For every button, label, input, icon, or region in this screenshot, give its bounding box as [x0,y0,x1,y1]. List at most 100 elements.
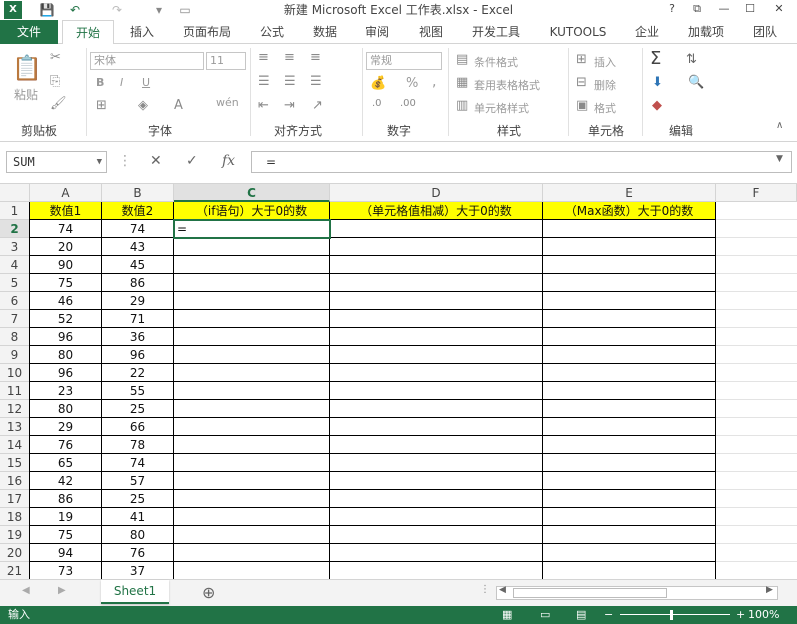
cell-e[interactable] [543,364,716,382]
align-left-icon[interactable]: ☰ [258,74,270,89]
cell-a[interactable]: 65 [30,454,102,472]
bold-button[interactable]: B [96,76,104,89]
cell-styles-icon[interactable]: ▥ [456,98,468,113]
align-bottom-icon[interactable]: ≡ [310,50,321,65]
scrollbar-thumb[interactable] [513,588,667,598]
cell-d[interactable] [330,544,543,562]
cell-c[interactable] [174,400,330,418]
cell-c[interactable] [174,238,330,256]
cell-b[interactable]: 74 [102,220,174,238]
cell-c[interactable] [174,508,330,526]
cell-b[interactable]: 43 [102,238,174,256]
conditional-format-icon[interactable]: ▤ [456,52,468,67]
row-header[interactable]: 8 [0,328,30,346]
row-header[interactable]: 12 [0,400,30,418]
cell-d[interactable] [330,418,543,436]
cell-a[interactable]: 52 [30,310,102,328]
cell-d[interactable] [330,526,543,544]
cell-d[interactable] [330,400,543,418]
row-header[interactable]: 9 [0,346,30,364]
conditional-format-button[interactable]: 条件格式 [474,54,518,70]
format-cells-icon[interactable]: ▣ [576,98,588,113]
cell-e[interactable] [543,490,716,508]
cancel-entry-button[interactable]: ✕ [150,153,162,169]
row-header[interactable]: 14 [0,436,30,454]
cell-d[interactable] [330,454,543,472]
cell-c[interactable] [174,346,330,364]
cell-a[interactable]: 74 [30,220,102,238]
cell-styles-button[interactable]: 单元格样式 [474,100,529,116]
row-header[interactable]: 21 [0,562,30,579]
next-sheet-icon[interactable]: ▶ [58,585,66,596]
cell-c[interactable] [174,544,330,562]
cell-b[interactable]: 41 [102,508,174,526]
scroll-left-icon[interactable]: ◀ [499,585,506,595]
cell-d[interactable] [330,256,543,274]
cell-d[interactable] [330,274,543,292]
row-header[interactable]: 6 [0,292,30,310]
cell-a[interactable]: 76 [30,436,102,454]
increase-indent-icon[interactable]: ⇥ [284,98,295,113]
row-header[interactable]: 10 [0,364,30,382]
column-header-b[interactable]: B [102,184,174,202]
tab-view[interactable]: 视图 [410,20,452,44]
cell-d[interactable] [330,328,543,346]
cell-a[interactable]: 80 [30,346,102,364]
page-break-view-icon[interactable]: ▤ [576,606,586,624]
cell-a[interactable]: 73 [30,562,102,579]
worksheet-grid[interactable]: A B C D E F 1 数值1 数值2 （if语句）大于0的数 （单元格值相减）大于… [0,184,797,579]
split-handle-icon[interactable]: ⋮ [480,584,490,595]
cell-e[interactable] [543,220,716,238]
cell-a[interactable]: 94 [30,544,102,562]
cell-c[interactable] [174,364,330,382]
row-header[interactable]: 1 [0,202,30,220]
cell-a[interactable]: 75 [30,274,102,292]
cell-a[interactable]: 96 [30,364,102,382]
maximize-button[interactable]: ☐ [739,0,761,18]
italic-button[interactable]: I [120,76,123,89]
header-cell-e[interactable]: （Max函数）大于0的数 [543,202,716,220]
row-header[interactable]: 11 [0,382,30,400]
cell-d[interactable] [330,346,543,364]
sheet-tab-sheet1[interactable]: Sheet1 [101,580,169,604]
cell-d[interactable] [330,364,543,382]
cell-b[interactable]: 37 [102,562,174,579]
row-header[interactable]: 16 [0,472,30,490]
cell-a[interactable]: 23 [30,382,102,400]
insert-cells-button[interactable]: 插入 [594,54,616,70]
cell-b[interactable]: 71 [102,310,174,328]
cell-b[interactable]: 57 [102,472,174,490]
cell-b[interactable]: 74 [102,454,174,472]
cell-c[interactable] [174,256,330,274]
tab-formulas[interactable]: 公式 [252,20,292,44]
phonetic-button[interactable]: wén [216,96,239,109]
tab-team[interactable]: 团队 [744,20,786,44]
insert-function-button[interactable]: fx [222,153,235,169]
sort-filter-icon[interactable]: ⇅ [686,52,697,67]
decrease-decimal-icon[interactable]: .00 [400,98,416,109]
delete-cells-icon[interactable]: ⊟ [576,75,587,90]
column-header-e[interactable]: E [543,184,716,202]
clear-icon[interactable]: ◆ [652,98,662,113]
fill-icon[interactable]: ⬇ [652,75,663,90]
active-cell-c2[interactable]: = [173,219,331,239]
cell-b[interactable]: 25 [102,490,174,508]
cell-b[interactable]: 78 [102,436,174,454]
help-button[interactable]: ? [661,0,683,18]
formula-input[interactable]: = [251,151,792,173]
cell-c[interactable] [174,292,330,310]
cell-d[interactable] [330,490,543,508]
chevron-down-icon[interactable]: ▼ [97,152,102,172]
cell-e[interactable] [543,454,716,472]
cell-c[interactable] [174,382,330,400]
name-box[interactable]: SUM ▼ [6,151,107,173]
cell-b[interactable]: 76 [102,544,174,562]
cell-e[interactable] [543,562,716,579]
cell-c[interactable] [174,526,330,544]
cell-b[interactable]: 66 [102,418,174,436]
cell-e[interactable] [543,328,716,346]
cell-c[interactable] [174,436,330,454]
cell-e[interactable] [543,544,716,562]
scroll-right-icon[interactable]: ▶ [766,585,773,595]
tab-addins[interactable]: 加载项 [680,20,732,44]
